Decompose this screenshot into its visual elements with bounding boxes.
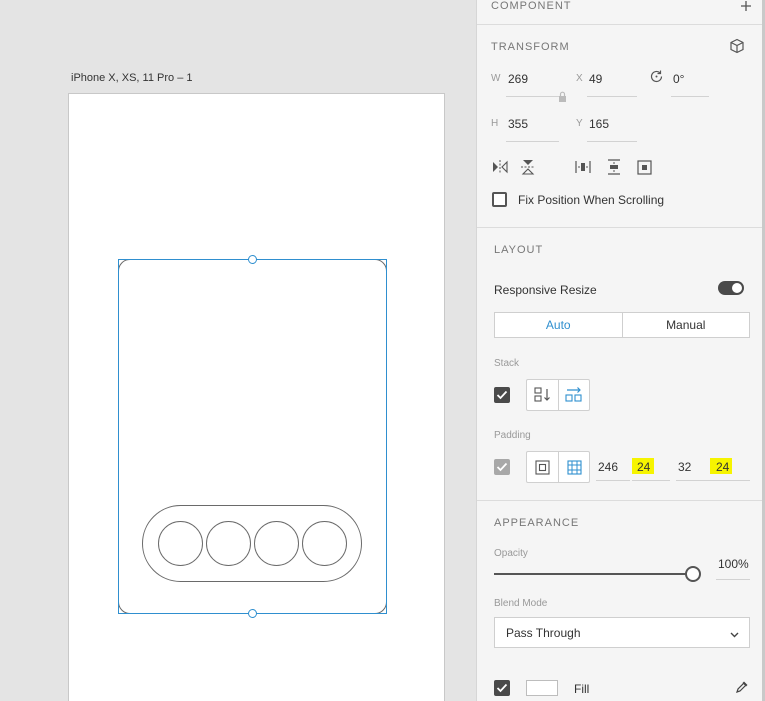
opacity-slider-track[interactable] bbox=[494, 573, 694, 575]
padding-bottom-input[interactable]: 32 bbox=[678, 460, 691, 474]
blend-mode-label: Blend Mode bbox=[494, 598, 548, 609]
opacity-slider-thumb[interactable] bbox=[685, 566, 701, 582]
resize-mode-segmented-control: Auto Manual bbox=[494, 312, 750, 338]
flip-horizontal-icon[interactable] bbox=[491, 158, 509, 176]
divider bbox=[477, 227, 763, 228]
y-underline bbox=[587, 141, 637, 142]
padding-top-input[interactable]: 246 bbox=[598, 460, 618, 474]
padding-mode-buttons bbox=[526, 451, 590, 483]
padding-underline bbox=[710, 480, 750, 481]
blend-mode-select[interactable]: Pass Through bbox=[494, 617, 750, 648]
fill-label: Fill bbox=[574, 682, 590, 696]
fix-position-checkbox[interactable] bbox=[492, 192, 507, 207]
focus-center-icon[interactable] bbox=[635, 158, 653, 176]
fix-position-label[interactable]: Fix Position When Scrolling bbox=[518, 193, 664, 207]
responsive-resize-label: Responsive Resize bbox=[494, 283, 597, 297]
circle-shape[interactable] bbox=[206, 521, 251, 566]
resize-handle-top[interactable] bbox=[248, 255, 257, 264]
property-inspector: COMPONENT TRANSFORM W 269 X 49 0° H 355 … bbox=[476, 0, 763, 701]
x-label: X bbox=[576, 73, 583, 84]
fill-checkbox[interactable] bbox=[494, 680, 510, 696]
lock-icon[interactable] bbox=[557, 90, 567, 104]
circle-shape[interactable] bbox=[254, 521, 299, 566]
resize-handle-bottom[interactable] bbox=[248, 609, 257, 618]
circle-shape[interactable] bbox=[302, 521, 347, 566]
mode-manual-button[interactable]: Manual bbox=[623, 313, 750, 337]
component-section-title: COMPONENT bbox=[491, 0, 572, 12]
y-input[interactable]: 165 bbox=[589, 117, 609, 131]
rotation-underline bbox=[671, 96, 709, 97]
stack-label: Stack bbox=[494, 358, 520, 369]
x-input[interactable]: 49 bbox=[589, 72, 602, 86]
fill-color-swatch[interactable] bbox=[526, 680, 558, 696]
padding-underline bbox=[596, 480, 630, 481]
opacity-label: Opacity bbox=[494, 548, 528, 559]
width-input[interactable]: 269 bbox=[508, 72, 528, 86]
divider bbox=[477, 24, 763, 25]
distribute-horizontal-icon[interactable] bbox=[574, 158, 592, 176]
stack-vertical-icon[interactable] bbox=[527, 380, 558, 410]
width-label: W bbox=[491, 73, 501, 84]
cube-icon[interactable] bbox=[728, 37, 746, 55]
padding-underline bbox=[676, 480, 710, 481]
mode-auto-button[interactable]: Auto bbox=[495, 313, 623, 337]
design-canvas[interactable]: iPhone X, XS, 11 Pro – 1 bbox=[0, 0, 476, 701]
padding-left-input[interactable]: 24 bbox=[716, 460, 729, 474]
padding-right-input[interactable]: 24 bbox=[637, 460, 650, 474]
distribute-vertical-icon[interactable] bbox=[605, 158, 623, 176]
circle-shape[interactable] bbox=[158, 521, 203, 566]
y-label: Y bbox=[576, 118, 583, 129]
width-underline bbox=[506, 96, 559, 97]
chevron-down-icon bbox=[729, 627, 740, 645]
height-underline bbox=[506, 141, 559, 142]
height-label: H bbox=[491, 118, 499, 129]
padding-underline bbox=[632, 480, 670, 481]
stack-checkbox[interactable] bbox=[494, 387, 510, 403]
stack-horizontal-icon[interactable] bbox=[558, 380, 589, 410]
opacity-input[interactable]: 100% bbox=[718, 557, 749, 571]
x-underline bbox=[587, 96, 637, 97]
blend-mode-value: Pass Through bbox=[506, 626, 581, 640]
divider bbox=[477, 500, 763, 501]
flip-vertical-icon[interactable] bbox=[519, 158, 537, 176]
height-input[interactable]: 355 bbox=[508, 117, 528, 131]
stack-direction-buttons bbox=[526, 379, 590, 411]
rotation-input[interactable]: 0° bbox=[673, 72, 684, 86]
padding-label: Padding bbox=[494, 430, 531, 441]
appearance-section-title: APPEARANCE bbox=[494, 517, 580, 529]
transform-section-title: TRANSFORM bbox=[491, 41, 570, 53]
padding-uniform-icon[interactable] bbox=[527, 452, 558, 482]
artboard-title[interactable]: iPhone X, XS, 11 Pro – 1 bbox=[71, 72, 192, 84]
rotate-icon[interactable] bbox=[648, 68, 664, 84]
padding-individual-icon[interactable] bbox=[558, 452, 589, 482]
eyedropper-icon[interactable] bbox=[734, 679, 750, 695]
layout-section-title: LAYOUT bbox=[494, 244, 544, 256]
padding-checkbox[interactable] bbox=[494, 459, 510, 475]
opacity-underline bbox=[716, 579, 750, 580]
responsive-resize-toggle[interactable] bbox=[718, 281, 744, 295]
plus-icon[interactable] bbox=[739, 0, 753, 13]
